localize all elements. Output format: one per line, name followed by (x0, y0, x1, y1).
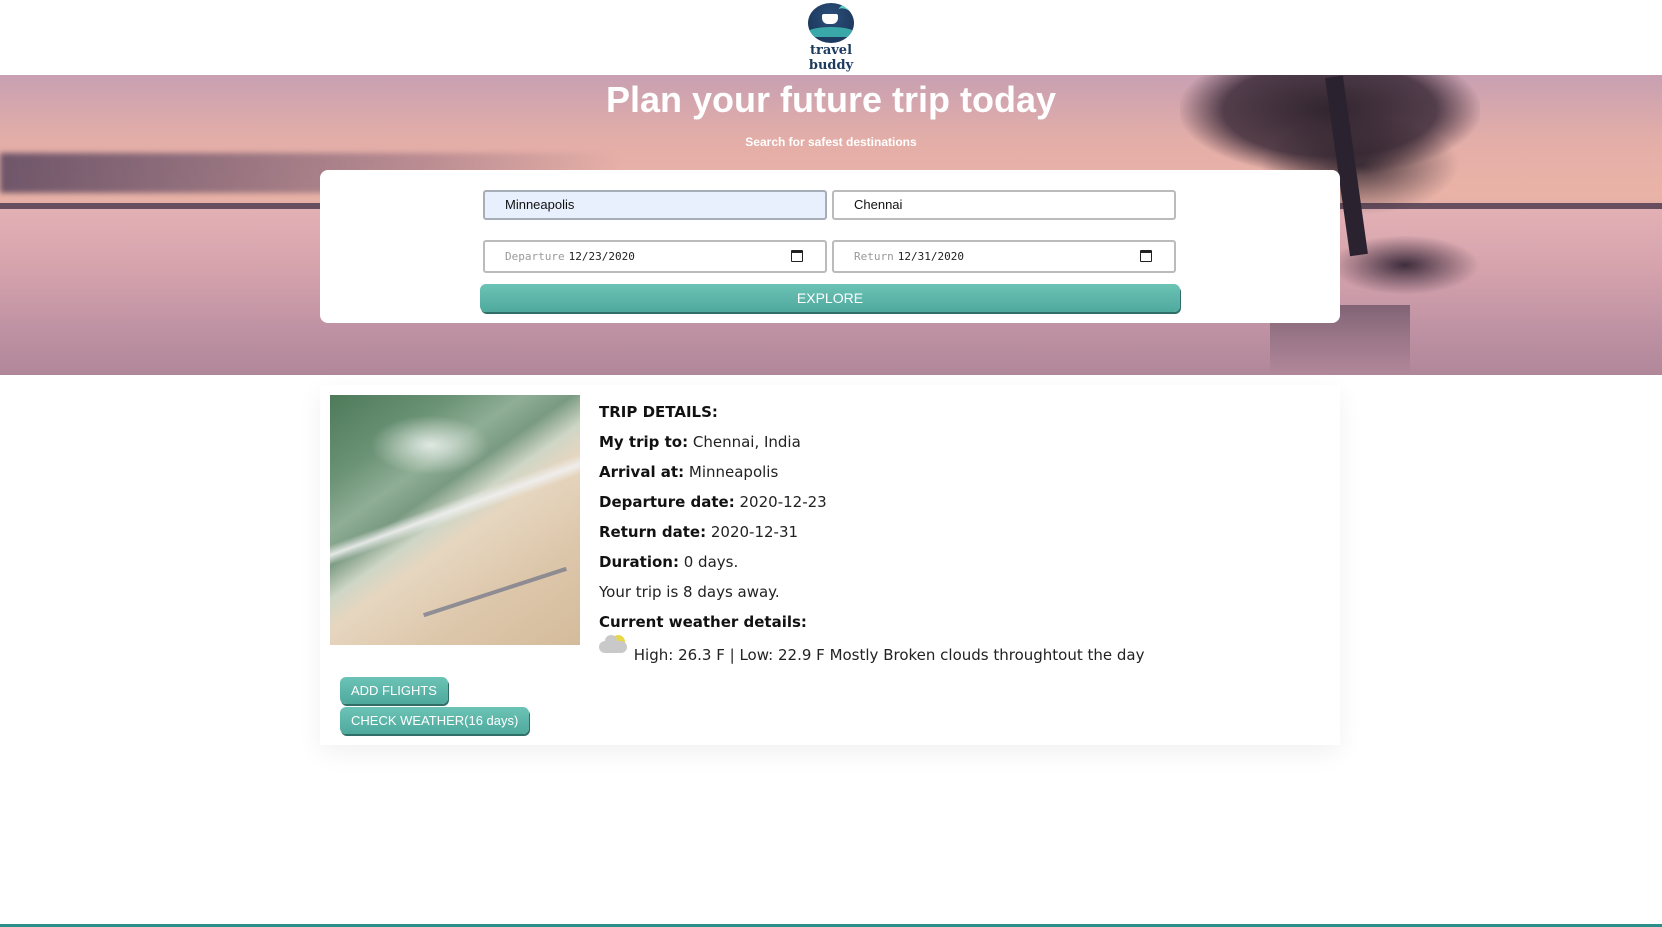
return-placeholder: Return (854, 250, 894, 263)
partly-cloudy-icon (599, 634, 629, 656)
calendar-icon[interactable] (1140, 250, 1152, 262)
weather-summary: High: 26.3 F | Low: 22.9 F Mostly Broken… (599, 635, 1319, 670)
departure-date-label: Departure date: (599, 493, 735, 511)
departure-date-input[interactable]: Departure 12/23/2020 (483, 240, 827, 273)
weather-heading: Current weather details: (599, 613, 807, 631)
search-form: Minneapolis Chennai Departure 12/23/2020 … (320, 170, 1340, 323)
return-date-label: Return date: (599, 523, 707, 541)
duration-value: 0 days. (683, 553, 739, 571)
logo-emblem-icon (808, 3, 854, 43)
return-date-text: 2020-12-31 (710, 523, 799, 541)
departure-date-value: 12/23/2020 (568, 250, 635, 263)
trip-details-card: TRIP DETAILS: My trip to: Chennai, India… (320, 385, 1340, 745)
trip-details: TRIP DETAILS: My trip to: Chennai, India… (599, 397, 1299, 637)
origin-input[interactable]: Minneapolis (483, 190, 827, 220)
duration-label: Duration: (599, 553, 679, 571)
hero-subtitle: Search for safest destinations (745, 135, 917, 149)
destination-input[interactable]: Chennai (832, 190, 1176, 220)
return-date-value: 12/31/2020 (897, 250, 964, 263)
destination-photo (330, 395, 580, 645)
check-weather-button[interactable]: CHECK WEATHER(16 days) (340, 707, 530, 734)
arrival-value: Minneapolis (688, 463, 779, 481)
calendar-icon[interactable] (791, 250, 803, 262)
trip-details-heading: TRIP DETAILS: (599, 403, 718, 421)
arrival-label: Arrival at: (599, 463, 685, 481)
return-date-input[interactable]: Return 12/31/2020 (832, 240, 1176, 273)
hero-title: Plan your future trip today (605, 79, 1057, 120)
destination-label: My trip to: (599, 433, 689, 451)
departure-date-text: 2020-12-23 (739, 493, 827, 511)
site-header: travel buddy (0, 0, 1662, 75)
add-flights-button[interactable]: ADD FLIGHTS (340, 677, 448, 704)
trip-countdown: Your trip is 8 days away. (599, 583, 780, 601)
explore-button[interactable]: EXPLORE (480, 284, 1180, 312)
travel-buddy-logo[interactable]: travel buddy (790, 3, 872, 73)
logo-text: travel buddy (808, 43, 854, 73)
weather-text: High: 26.3 F | Low: 22.9 F Mostly Broken… (633, 646, 1145, 664)
departure-placeholder: Departure (505, 250, 565, 263)
destination-value: Chennai, India (692, 433, 801, 451)
